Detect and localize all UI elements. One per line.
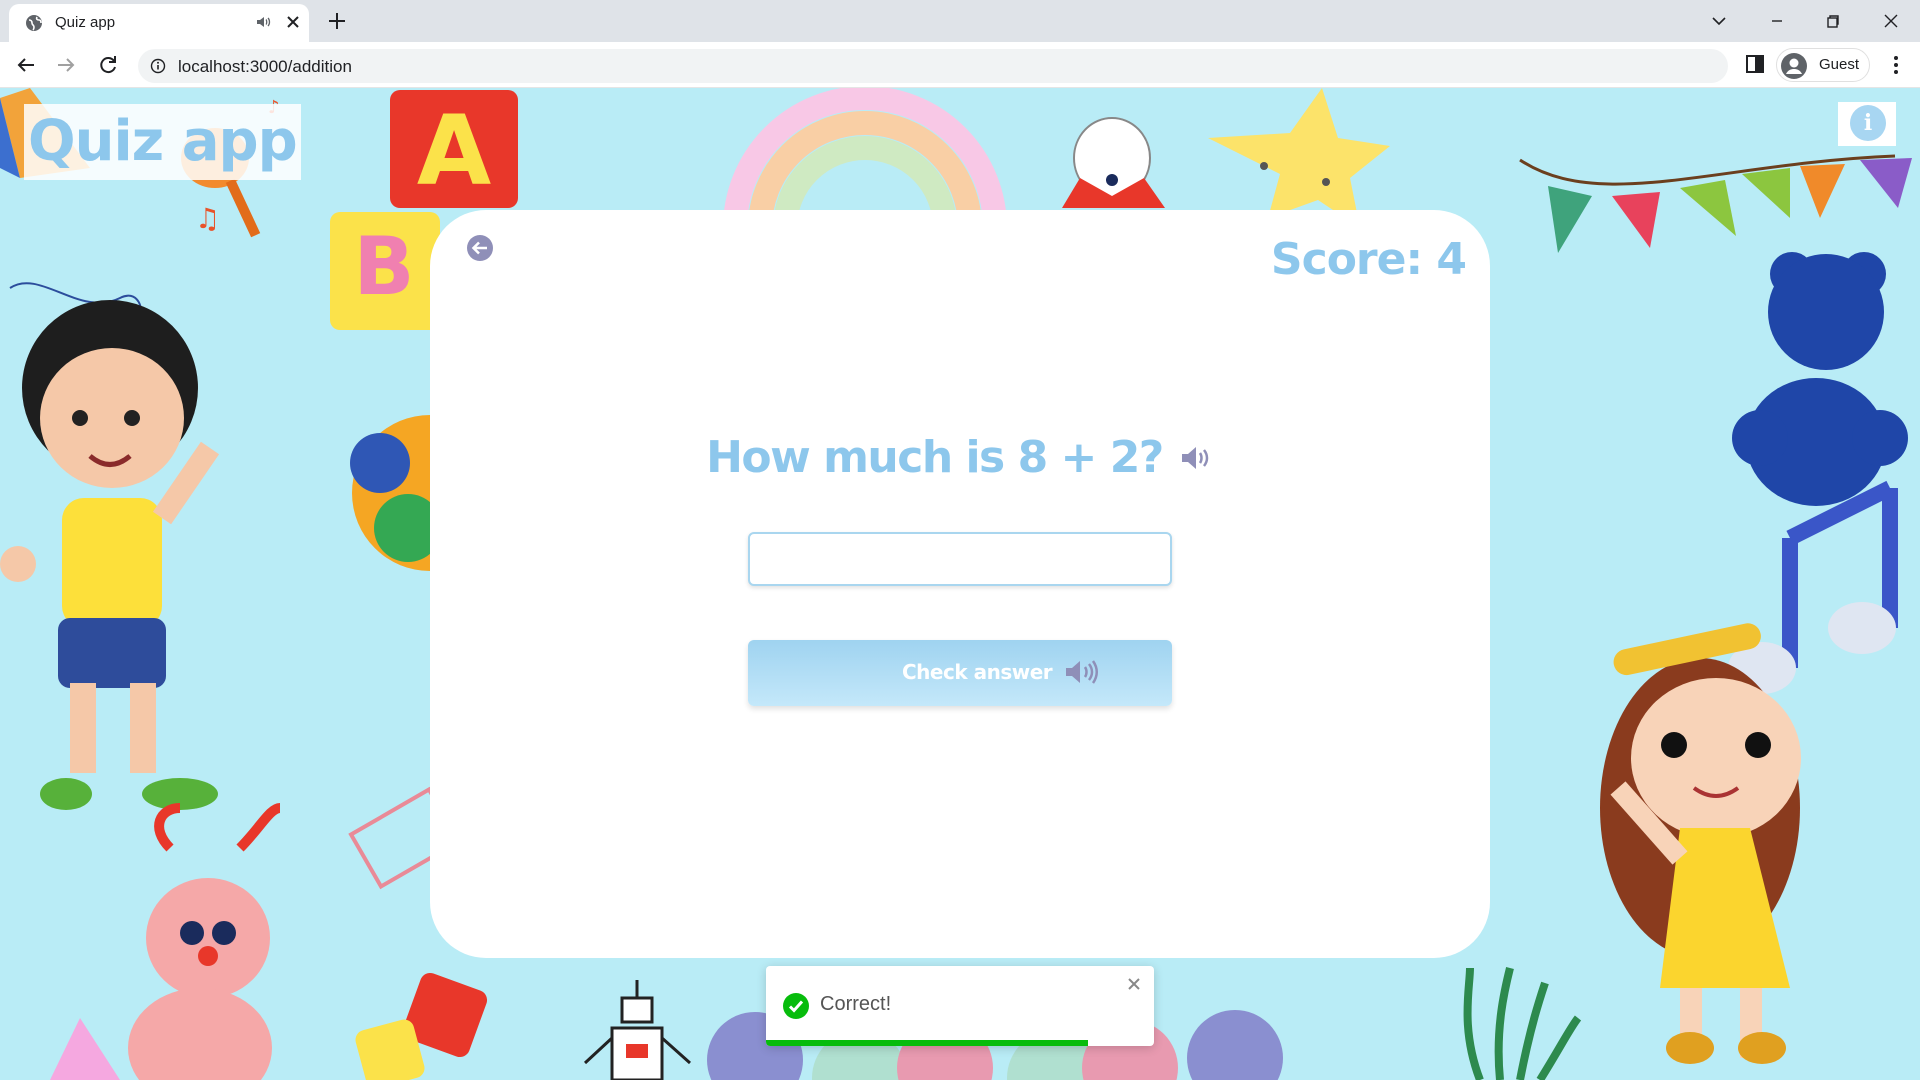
browser-toolbar: localhost:3000/addition Guest bbox=[0, 42, 1920, 88]
address-bar[interactable]: localhost:3000/addition bbox=[138, 49, 1728, 83]
check-answer-button[interactable]: Check answer bbox=[748, 640, 1172, 706]
new-tab-plus-icon[interactable] bbox=[326, 10, 348, 32]
app-title[interactable]: Quiz app bbox=[24, 104, 301, 180]
info-icon: i bbox=[1850, 105, 1886, 141]
cat-illustration bbox=[1062, 117, 1165, 208]
rainbow-illustration bbox=[723, 88, 1007, 229]
back-circle-icon[interactable] bbox=[466, 234, 494, 262]
close-tab-icon[interactable] bbox=[285, 14, 301, 30]
music-note-illustration bbox=[1728, 480, 1898, 694]
avatar-icon bbox=[1781, 53, 1807, 79]
question-row: How much is 8 + 2? bbox=[430, 432, 1490, 483]
speaker-icon[interactable] bbox=[1180, 444, 1214, 472]
svg-text:♫: ♫ bbox=[195, 202, 220, 235]
success-toast: Correct! bbox=[766, 966, 1154, 1046]
robot-illustration bbox=[583, 980, 691, 1080]
forward-arrow-icon[interactable] bbox=[54, 53, 78, 77]
check-circle-icon bbox=[783, 993, 809, 1019]
letter-a-block: A bbox=[390, 90, 518, 208]
letter-b-block: B bbox=[330, 212, 440, 330]
deer-illustration bbox=[50, 803, 282, 1080]
globe-icon bbox=[26, 15, 42, 31]
teddy-bear-illustration bbox=[1732, 252, 1908, 506]
url-text: localhost:3000/addition bbox=[178, 57, 352, 76]
tab-search-chevron-icon[interactable] bbox=[1706, 8, 1732, 34]
reload-icon[interactable] bbox=[96, 53, 120, 77]
kebab-menu-icon[interactable] bbox=[1884, 53, 1908, 77]
puzzle-illustration bbox=[355, 972, 488, 1080]
back-arrow-icon[interactable] bbox=[14, 53, 38, 77]
star-illustration bbox=[1208, 88, 1390, 228]
tab-title: Quiz app bbox=[55, 14, 116, 31]
quiz-card: Score: 4 How much is 8 + 2? Check answer bbox=[430, 210, 1490, 958]
page-viewport: ♫ ♪ A B bbox=[0, 88, 1920, 1080]
minimize-icon[interactable] bbox=[1764, 8, 1790, 34]
browser-tab[interactable]: Quiz app bbox=[9, 4, 309, 42]
toast-message: Correct! bbox=[820, 993, 892, 1015]
answer-input[interactable] bbox=[748, 532, 1172, 586]
question-text: How much is 8 + 2? bbox=[706, 432, 1164, 483]
svg-text:A: A bbox=[417, 95, 491, 207]
toast-progress-bar bbox=[766, 1040, 1089, 1046]
check-answer-label: Check answer bbox=[902, 660, 1053, 684]
speaker-icon[interactable] bbox=[1064, 658, 1100, 686]
site-info-icon[interactable] bbox=[150, 58, 166, 74]
speaker-muted-icon[interactable] bbox=[255, 13, 273, 31]
close-window-icon[interactable] bbox=[1878, 8, 1904, 34]
plant-illustration bbox=[1463, 967, 1582, 1080]
score-display: Score: 4 bbox=[1270, 234, 1467, 285]
profile-button[interactable]: Guest bbox=[1776, 48, 1870, 82]
info-button[interactable]: i bbox=[1838, 102, 1896, 146]
close-icon[interactable] bbox=[1126, 976, 1142, 992]
browser-tab-strip: Quiz app bbox=[0, 0, 1920, 42]
profile-name: Guest bbox=[1819, 56, 1860, 73]
bunting-illustration bbox=[1519, 154, 1912, 253]
svg-text:B: B bbox=[354, 220, 415, 313]
side-panel-icon[interactable] bbox=[1744, 53, 1766, 75]
restore-icon[interactable] bbox=[1820, 8, 1846, 34]
boy-illustration bbox=[0, 300, 220, 810]
